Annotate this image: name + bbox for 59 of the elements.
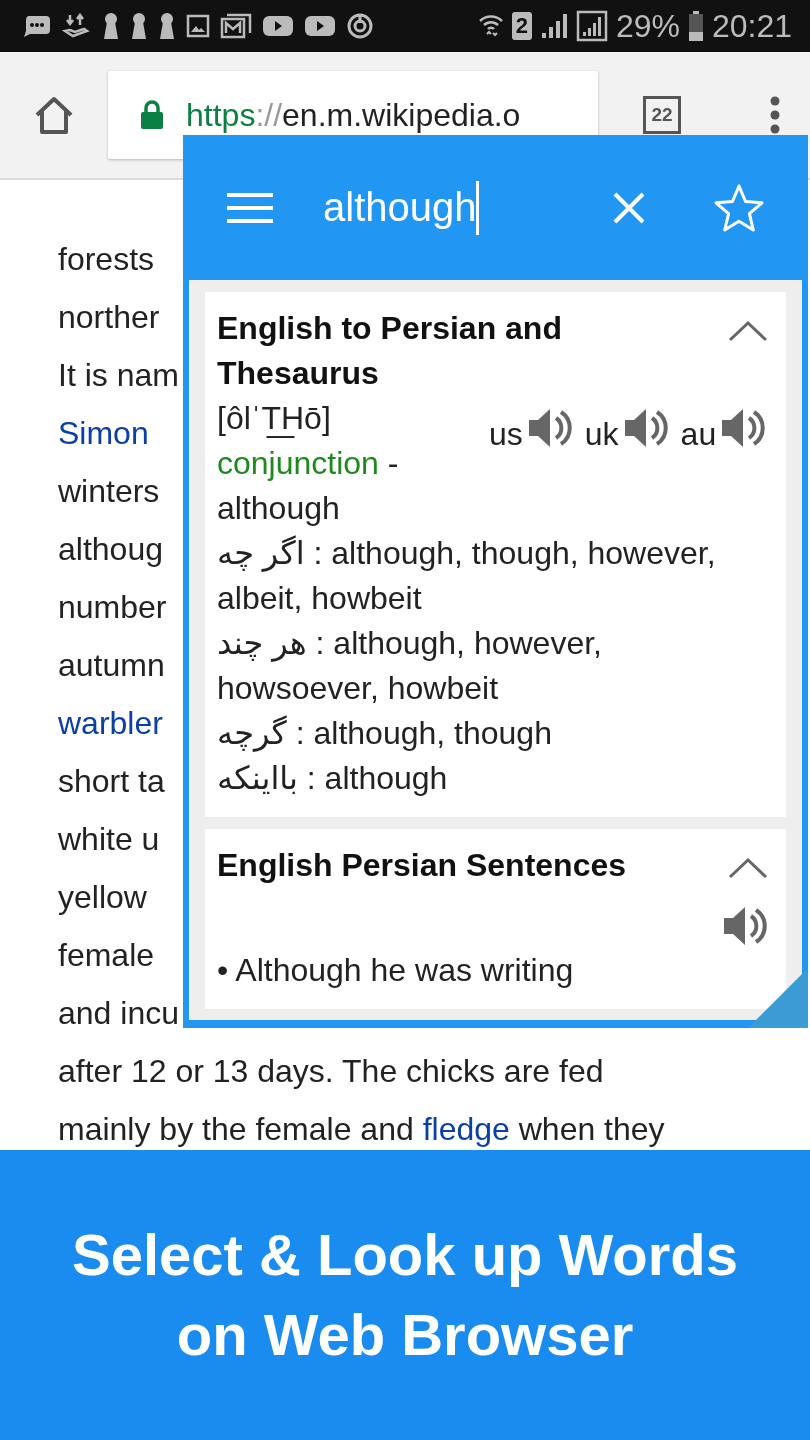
play-icon (262, 15, 294, 37)
article-text: It is nam (58, 357, 179, 393)
part-of-speech-line: conjunction - although (217, 444, 400, 528)
article-text: winters (58, 473, 160, 509)
keyhole-icon (130, 12, 148, 40)
battery-percent: 29% (615, 7, 680, 45)
card-title: English to Persian and Thesaurus (217, 309, 563, 393)
article-text: mainly by the female and (58, 1111, 415, 1147)
card-title: English Persian Sentences (217, 846, 628, 885)
keyhole-icon (158, 12, 176, 40)
lock-icon (140, 100, 164, 130)
collapse-icon[interactable] (728, 320, 768, 342)
article-link[interactable]: fledge (422, 1111, 510, 1147)
article-text: when they (517, 1111, 665, 1147)
article-link[interactable]: Simon (58, 415, 149, 451)
sim-indicator: 2 (511, 12, 532, 40)
sync-icon (346, 12, 374, 40)
definition-line: اگر چه : although, though, however, albeit, howbeit (217, 534, 717, 618)
tab-count[interactable]: 22 (643, 96, 681, 134)
article-link[interactable]: warbler (58, 705, 163, 741)
more-icon[interactable] (770, 96, 780, 134)
article-text: forests (58, 241, 155, 277)
pronunciation: [ôlˈT͟Hō] (217, 399, 332, 440)
accent-label: uk (584, 415, 619, 454)
url-text: https://en.m.wikipedia.o (186, 96, 521, 134)
article-text: white u (58, 821, 160, 857)
battery-icon (687, 11, 704, 41)
download-icon (62, 13, 92, 39)
close-icon[interactable] (613, 191, 645, 224)
home-icon[interactable] (33, 95, 75, 135)
speaker-icon[interactable] (722, 904, 768, 948)
accent-label: us (489, 415, 523, 454)
article-text: autumn (58, 647, 165, 683)
signal-icon (539, 12, 568, 40)
example-sentence: • Although he was writing (217, 951, 575, 990)
article-text: and incu (58, 995, 179, 1031)
article-text: short ta (58, 763, 165, 799)
signal-icon (575, 10, 608, 42)
article-text: after 12 or 13 days. The chicks are fed (58, 1053, 604, 1089)
definition-line: بااینکه : although (217, 759, 449, 798)
collapse-icon[interactable] (728, 857, 768, 879)
menu-icon[interactable] (227, 191, 273, 224)
article-text: norther (58, 299, 160, 335)
image-icon (186, 14, 210, 38)
article-text: yellow (58, 879, 147, 915)
keyhole-icon (102, 12, 120, 40)
article-text: althoug (58, 531, 163, 567)
message-icon (22, 14, 52, 38)
article-text: number (58, 589, 167, 625)
caption-text: Select & Look up Words on Web Browser (71, 1221, 739, 1369)
play-icon (304, 15, 336, 37)
article-text: female (58, 937, 155, 973)
clock-time: 20:21 (711, 7, 792, 45)
resize-handle-icon[interactable] (748, 968, 808, 1028)
star-icon[interactable] (713, 182, 765, 233)
accent-label: au (680, 415, 717, 454)
gallery-icon (220, 13, 252, 39)
definition-line: هر چند : although, however, howsoever, howbeit (217, 624, 603, 708)
definition-line: گرچه : although, though (217, 714, 553, 754)
